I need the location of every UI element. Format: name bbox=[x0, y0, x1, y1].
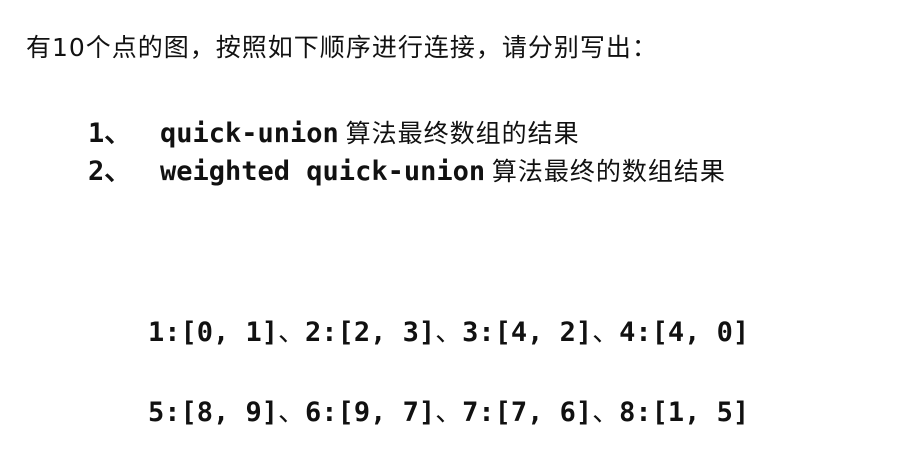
task-description: 算法最终数组的结果 bbox=[345, 119, 580, 148]
connection-pair: 3:[4, 2] bbox=[462, 317, 593, 348]
connection-pair: 6:[9, 7] bbox=[305, 397, 436, 428]
connection-pair: 8:[1, 5] bbox=[619, 397, 750, 428]
connection-row-1: 1:[0, 1]、2:[2, 3]、3:[4, 2]、4:[4, 0] bbox=[148, 313, 749, 353]
task-item-quick-union: 1、 quick-union 算法最终数组的结果 bbox=[88, 114, 726, 152]
task-item-weighted-quick-union: 2、 weighted quick-union 算法最终的数组结果 bbox=[88, 152, 726, 190]
connection-pair: 5:[8, 9] bbox=[148, 397, 279, 428]
separator: 、 bbox=[278, 397, 306, 428]
connection-pair: 2:[2, 3] bbox=[305, 317, 436, 348]
task-number: 2、 bbox=[88, 156, 132, 187]
separator: 、 bbox=[278, 317, 306, 348]
task-description: 算法最终的数组结果 bbox=[491, 157, 726, 186]
separator: 、 bbox=[592, 397, 620, 428]
slide: 有10个点的图，按照如下顺序进行连接，请分别写出： 1、 quick-union … bbox=[0, 0, 918, 456]
connection-pair: 7:[7, 6] bbox=[462, 397, 593, 428]
separator: 、 bbox=[435, 397, 463, 428]
separator: 、 bbox=[592, 317, 620, 348]
connection-pair: 1:[0, 1] bbox=[148, 317, 279, 348]
connection-row-2: 5:[8, 9]、6:[9, 7]、7:[7, 6]、8:[1, 5] bbox=[148, 393, 749, 433]
connection-pair: 4:[4, 0] bbox=[619, 317, 750, 348]
problem-statement: 有10个点的图，按照如下顺序进行连接，请分别写出： bbox=[26, 33, 658, 62]
separator: 、 bbox=[435, 317, 463, 348]
algorithm-name: weighted quick-union bbox=[160, 156, 486, 187]
task-list: 1、 quick-union 算法最终数组的结果 2、 weighted quick… bbox=[88, 114, 726, 190]
algorithm-name: quick-union bbox=[160, 118, 339, 149]
task-number: 1、 bbox=[88, 118, 132, 149]
